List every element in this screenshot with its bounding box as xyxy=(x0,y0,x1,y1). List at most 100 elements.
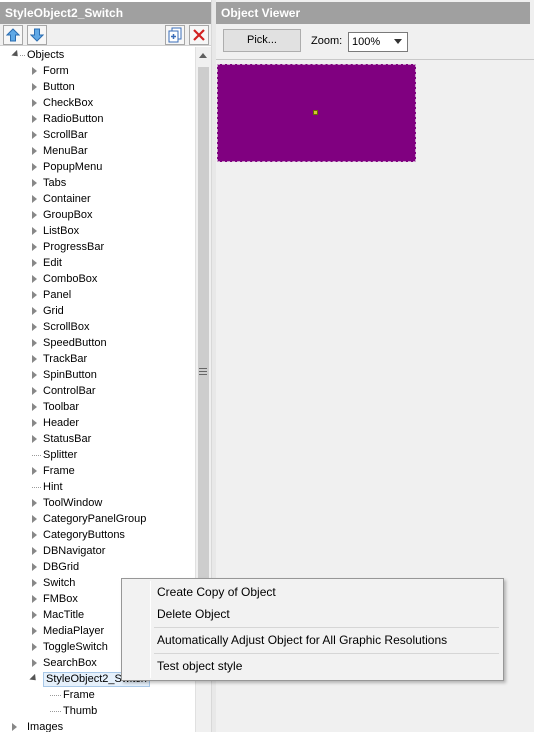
expanded-arrow-icon[interactable] xyxy=(29,673,39,684)
tree-item[interactable]: Header xyxy=(0,415,195,431)
splitter-grip-icon[interactable] xyxy=(199,368,207,377)
expand-arrow-icon[interactable] xyxy=(32,659,37,667)
copy-page-icon xyxy=(168,27,182,43)
tree-child-item[interactable]: Thumb xyxy=(0,703,195,719)
expand-arrow-icon[interactable] xyxy=(32,371,37,379)
menu-item-delete-object[interactable]: Delete Object xyxy=(157,604,230,624)
expand-arrow-icon[interactable] xyxy=(32,563,37,571)
copy-object-button[interactable] xyxy=(165,25,185,45)
tree-item[interactable]: Container xyxy=(0,191,195,207)
delete-object-button[interactable] xyxy=(189,25,209,45)
expand-arrow-icon[interactable] xyxy=(32,579,37,587)
tree-item[interactable]: Frame xyxy=(0,463,195,479)
tree-item[interactable]: SpinButton xyxy=(0,367,195,383)
expand-arrow-icon[interactable] xyxy=(32,131,37,139)
tree-item[interactable]: CategoryButtons xyxy=(0,527,195,543)
tree-item[interactable]: ComboBox xyxy=(0,271,195,287)
chevron-down-icon xyxy=(394,39,402,44)
expand-arrow-icon[interactable] xyxy=(32,67,37,75)
menu-item-create-copy[interactable]: Create Copy of Object xyxy=(157,582,276,602)
expand-arrow-icon[interactable] xyxy=(32,419,37,427)
tree-root-images[interactable]: Images xyxy=(0,719,195,732)
tree-item-label: MediaPlayer xyxy=(43,625,105,637)
tree-item[interactable]: ScrollBar xyxy=(0,127,195,143)
tree-item[interactable]: CheckBox xyxy=(0,95,195,111)
expand-arrow-icon[interactable] xyxy=(32,227,37,235)
expand-arrow-icon[interactable] xyxy=(32,387,37,395)
tree-item[interactable]: Hint xyxy=(0,479,195,495)
move-down-button[interactable] xyxy=(27,25,47,45)
move-up-button[interactable] xyxy=(3,25,23,45)
tree-item[interactable]: Tabs xyxy=(0,175,195,191)
expand-arrow-icon[interactable] xyxy=(32,99,37,107)
expand-arrow-icon[interactable] xyxy=(32,403,37,411)
tree-item[interactable]: Toolbar xyxy=(0,399,195,415)
expand-arrow-icon[interactable] xyxy=(32,83,37,91)
expand-arrow-icon[interactable] xyxy=(32,643,37,651)
tree-item[interactable]: Form xyxy=(0,63,195,79)
tree-item[interactable]: SpeedButton xyxy=(0,335,195,351)
tree-root-objects[interactable]: Objects xyxy=(0,47,195,63)
tree-item[interactable]: ProgressBar xyxy=(0,239,195,255)
expand-arrow-icon[interactable] xyxy=(32,259,37,267)
expand-arrow-icon[interactable] xyxy=(32,547,37,555)
expand-arrow-icon[interactable] xyxy=(32,611,37,619)
tree-item[interactable]: MenuBar xyxy=(0,143,195,159)
expand-arrow-icon[interactable] xyxy=(32,147,37,155)
tree-item[interactable]: DBGrid xyxy=(0,559,195,575)
tree-item-label: Toolbar xyxy=(43,401,80,413)
expand-arrow-icon[interactable] xyxy=(32,339,37,347)
expand-arrow-icon[interactable] xyxy=(32,179,37,187)
arrow-down-icon xyxy=(30,28,44,42)
tree-item[interactable]: DBNavigator xyxy=(0,543,195,559)
expand-arrow-icon[interactable] xyxy=(32,627,37,635)
expand-arrow-icon[interactable] xyxy=(32,195,37,203)
tree-item-label: Edit xyxy=(43,257,62,269)
tree-item-label: StatusBar xyxy=(43,433,92,445)
resize-handle-center[interactable] xyxy=(313,110,318,115)
tree-item[interactable]: StatusBar xyxy=(0,431,195,447)
tree-item[interactable]: PopupMenu xyxy=(0,159,195,175)
tree-item[interactable]: Grid xyxy=(0,303,195,319)
tree-item[interactable]: Button xyxy=(0,79,195,95)
tree-item-label: RadioButton xyxy=(43,113,104,125)
tree-item-label: ScrollBox xyxy=(43,321,90,333)
expand-arrow-icon[interactable] xyxy=(32,115,37,123)
expand-arrow-icon[interactable] xyxy=(32,531,37,539)
scroll-thumb[interactable] xyxy=(198,67,209,667)
scroll-up-icon[interactable] xyxy=(199,53,207,58)
tree-item[interactable]: ControlBar xyxy=(0,383,195,399)
tree-item-label: DBGrid xyxy=(43,561,80,573)
zoom-select[interactable]: 100% xyxy=(348,32,408,52)
expand-arrow-icon[interactable] xyxy=(32,307,37,315)
tree-item[interactable]: ScrollBox xyxy=(0,319,195,335)
expand-arrow-icon[interactable] xyxy=(32,291,37,299)
tree-item-label: GroupBox xyxy=(43,209,93,221)
tree-item[interactable]: GroupBox xyxy=(0,207,195,223)
expand-arrow-icon[interactable] xyxy=(32,211,37,219)
tree-child-item[interactable]: Frame xyxy=(0,687,195,703)
expand-arrow-icon[interactable] xyxy=(32,323,37,331)
expand-arrow-icon[interactable] xyxy=(32,355,37,363)
tree-item[interactable]: TrackBar xyxy=(0,351,195,367)
tree-item[interactable]: CategoryPanelGroup xyxy=(0,511,195,527)
tree-item[interactable]: Panel xyxy=(0,287,195,303)
tree-item[interactable]: RadioButton xyxy=(0,111,195,127)
menu-item-test-style[interactable]: Test object style xyxy=(157,656,242,676)
expand-arrow-icon[interactable] xyxy=(12,723,17,731)
expand-arrow-icon[interactable] xyxy=(32,467,37,475)
expand-arrow-icon[interactable] xyxy=(32,435,37,443)
expand-arrow-icon[interactable] xyxy=(32,595,37,603)
expand-arrow-icon[interactable] xyxy=(32,499,37,507)
expand-arrow-icon[interactable] xyxy=(32,275,37,283)
expand-arrow-icon[interactable] xyxy=(32,163,37,171)
tree-item[interactable]: ListBox xyxy=(0,223,195,239)
style-object-preview[interactable] xyxy=(217,64,416,162)
expand-arrow-icon[interactable] xyxy=(32,243,37,251)
expand-arrow-icon[interactable] xyxy=(32,515,37,523)
tree-item[interactable]: Edit xyxy=(0,255,195,271)
tree-item[interactable]: ToolWindow xyxy=(0,495,195,511)
pick-button[interactable]: Pick... xyxy=(223,29,301,52)
menu-item-auto-adjust[interactable]: Automatically Adjust Object for All Grap… xyxy=(157,630,447,650)
tree-item[interactable]: Splitter xyxy=(0,447,195,463)
